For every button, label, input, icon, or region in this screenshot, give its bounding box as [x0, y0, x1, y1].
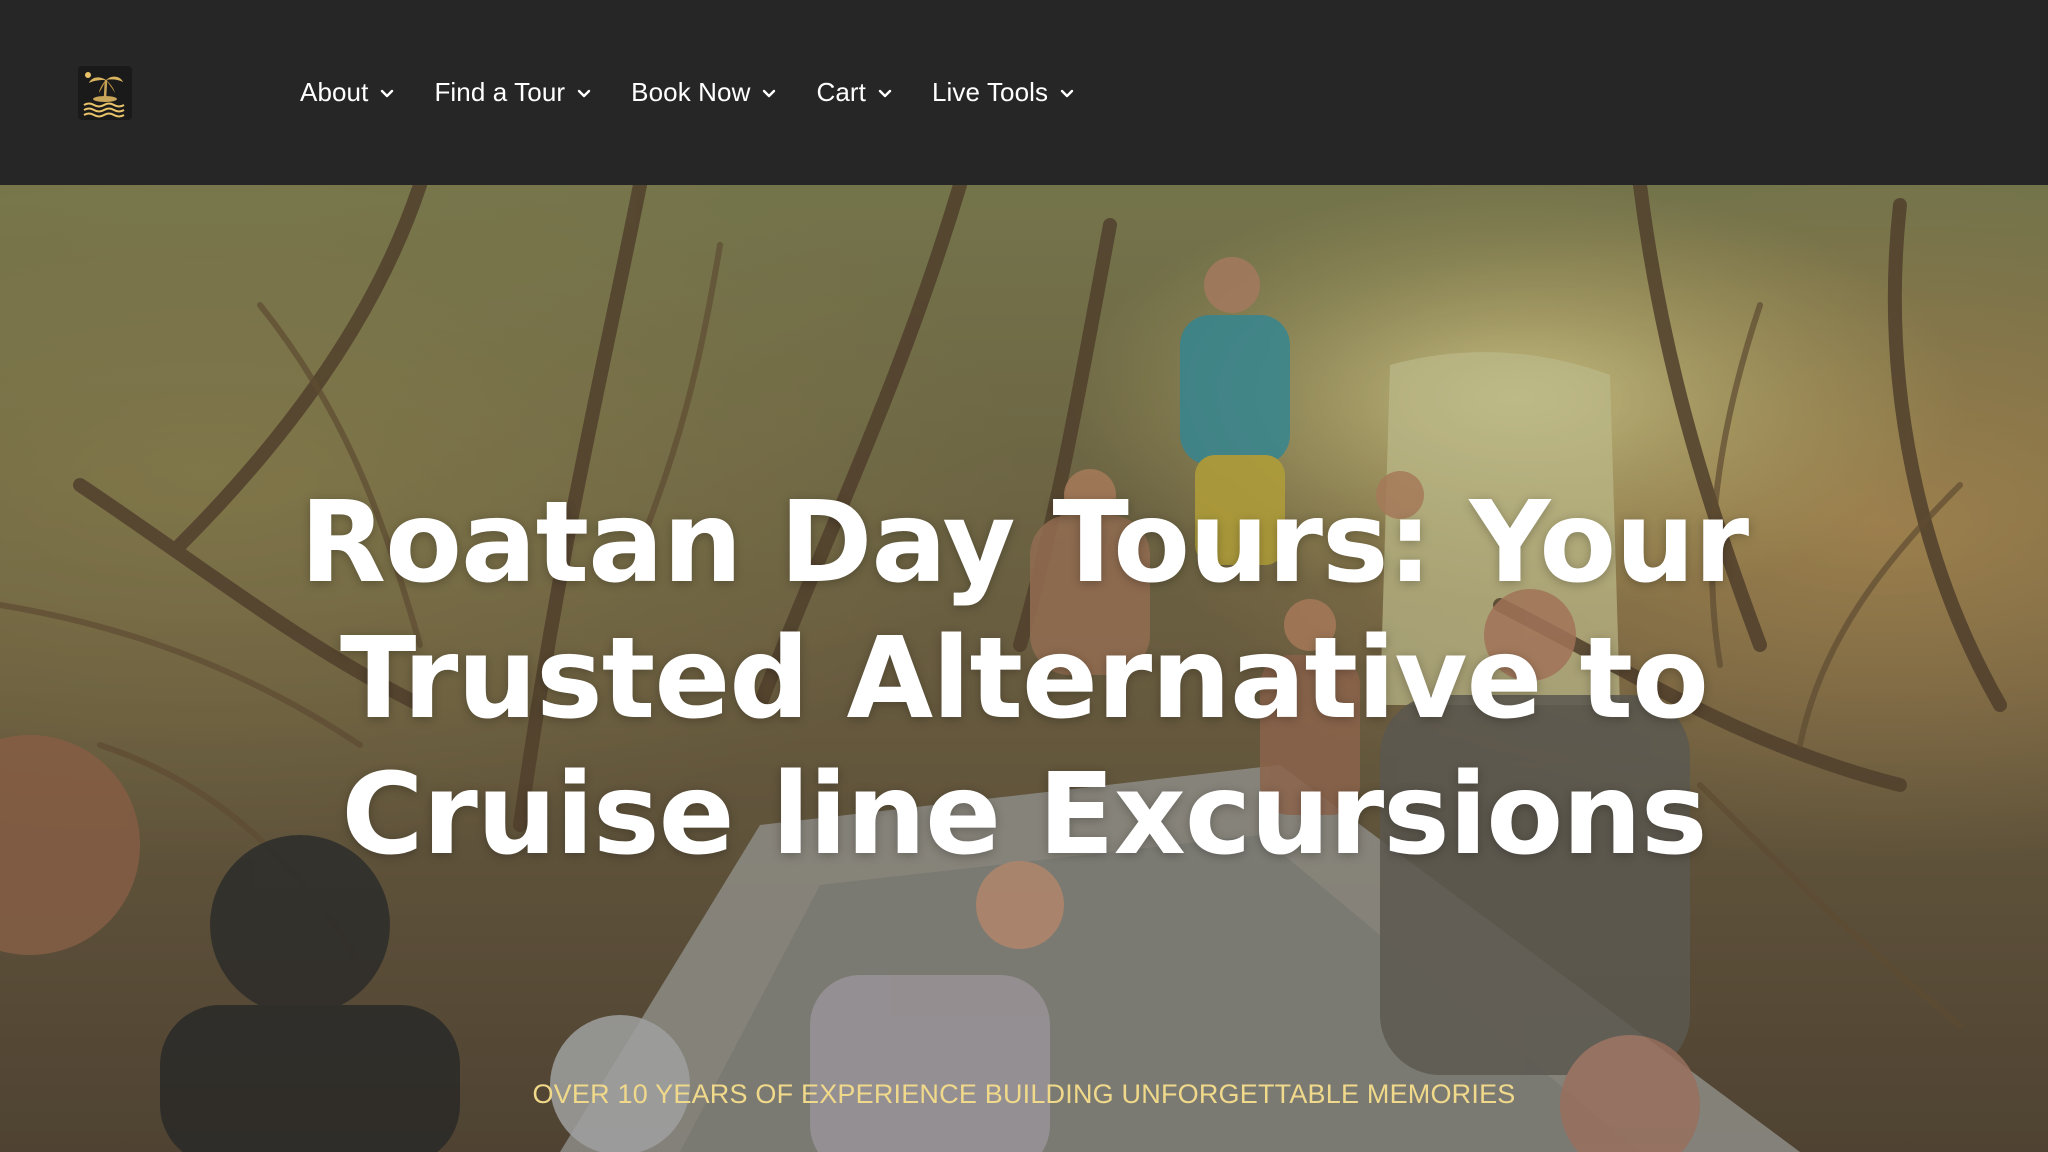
- site-logo[interactable]: [78, 66, 132, 120]
- nav-item-find-a-tour[interactable]: Find a Tour: [434, 77, 591, 108]
- nav-item-label: Find a Tour: [434, 77, 566, 107]
- page: About Find a Tour Book Now Cart Live Too…: [0, 0, 2048, 1152]
- chevron-down-icon: [381, 89, 394, 97]
- chevron-down-icon: [878, 89, 892, 97]
- nav-item-live-tools[interactable]: Live Tools: [932, 77, 1074, 108]
- chevron-down-icon: [1060, 89, 1074, 97]
- hero-title: Roatan Day Tours: Your Trusted Alternati…: [299, 478, 1749, 880]
- hero-section: Roatan Day Tours: Your Trusted Alternati…: [0, 185, 2048, 1152]
- nav-item-about[interactable]: About: [300, 77, 394, 108]
- nav-item-label: About: [300, 77, 369, 107]
- nav-item-book-now[interactable]: Book Now: [631, 77, 776, 108]
- hero-subtitle: OVER 10 YEARS OF EXPERIENCE BUILDING UNF…: [532, 1079, 1516, 1109]
- nav-item-cart[interactable]: Cart: [816, 77, 892, 108]
- main-nav: About Find a Tour Book Now Cart Live Too…: [300, 0, 1114, 185]
- nav-item-label: Cart: [816, 77, 866, 107]
- site-header: About Find a Tour Book Now Cart Live Too…: [0, 0, 2048, 185]
- chevron-down-icon: [577, 89, 591, 97]
- chevron-down-icon: [763, 89, 776, 97]
- nav-item-label: Live Tools: [932, 77, 1049, 107]
- nav-item-label: Book Now: [631, 77, 751, 107]
- palm-island-logo-icon: [78, 66, 132, 120]
